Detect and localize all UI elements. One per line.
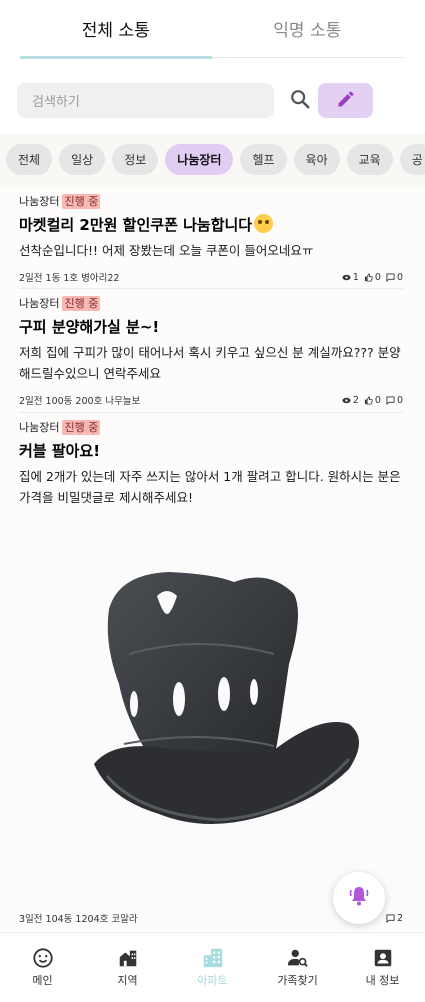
search-icon[interactable] [289,88,311,110]
post-title: 구피 분양해가실 분~! [19,318,160,336]
thumbs-up-icon [364,272,373,282]
chip-daily[interactable]: 일상 [59,144,106,175]
nav-family-finder[interactable]: 가족찾기 [255,933,340,1002]
eye-icon [342,397,351,403]
post-category: 나눔장터 [19,421,60,434]
view-count: 2 [352,394,359,406]
nav-main[interactable]: 메인 [0,933,85,1002]
post-meta: 3일전 104동 1204호 코알라 [19,914,138,925]
tab-anonymous[interactable]: 익명 소통 [212,0,404,57]
smiling-hearts-emoji-icon [254,214,274,233]
chip-parenting[interactable]: 육아 [293,144,340,175]
post-meta: 2일전 100동 200호 나무늘보 [19,396,141,407]
bell-icon [347,884,371,912]
nav-label: 내 정보 [365,974,400,987]
post-header: 나눔장터 진행 중 [19,295,403,311]
status-badge: 진행 중 [62,193,101,209]
nav-label: 아파트 [197,974,228,987]
chip-more[interactable]: 공 [399,144,425,175]
status-badge: 진행 중 [62,295,101,311]
post-body: 선착순입니다!! 어제 장봤는데 오늘 쿠폰이 들어오네요ㅠ [19,243,314,258]
bottom-nav: 메인 지역 아파트 가족찾기 내 정보 [0,932,425,1002]
like-count: 0 [374,394,381,406]
pencil-icon [336,89,356,113]
posture-seat-image [94,572,359,824]
nav-label: 메인 [32,974,53,987]
buildings-icon [119,950,136,967]
post-stats: 2 [386,913,403,924]
nav-apartment[interactable]: 아파트 [170,933,255,1002]
post-footer: 2일전 1동 1호 병아리22 1 0 0 [19,267,403,287]
top-tabs: 전체 소통 익명 소통 [20,0,404,59]
post-header: 나눔장터 진행 중 [19,193,403,209]
profile-card-icon [374,949,391,967]
search-row: 검색하기 [17,82,408,118]
view-count: 1 [352,271,359,283]
notification-fab[interactable] [333,872,385,924]
smile-icon [32,948,53,968]
comment-icon [386,272,395,282]
post-category: 나눔장터 [19,195,60,208]
post-title: 커블 팔아요! [19,442,101,460]
tab-all[interactable]: 전체 소통 [20,0,212,59]
comment-count: 0 [396,394,403,406]
thumbs-up-icon [364,395,373,405]
person-search-icon [287,949,308,967]
nav-my-info[interactable]: 내 정보 [340,933,425,1002]
post-feed: 나눔장터 진행 중 마켓컬리 2만원 할인쿠폰 나눔합니다 선착순입니다!! 어… [0,187,425,932]
nav-region[interactable]: 지역 [85,933,170,1002]
category-bar: 전체 일상 정보 나눔장터 헬프 육아 교육 공 [0,133,425,187]
post-header: 나눔장터 진행 중 [19,419,403,435]
post-image[interactable] [19,514,403,902]
like-count: 0 [374,271,381,283]
post-body: 저희 집에 구피가 많이 태어나서 혹시 키우고 싶으신 분 계실까요??? 분… [19,345,401,381]
post-item[interactable]: 나눔장터 진행 중 구피 분양해가실 분~! 저희 집에 구피가 많이 태어나서… [19,295,403,413]
post-title: 마켓컬리 2만원 할인쿠폰 나눔합니다 [19,214,403,236]
comment-count: 2 [396,912,403,924]
chip-help[interactable]: 헬프 [240,144,287,175]
comment-icon [386,913,395,923]
comment-count: 0 [396,271,403,283]
search-input[interactable]: 검색하기 [17,83,274,118]
nav-label: 가족찾기 [277,974,318,987]
post-item[interactable]: 나눔장터 진행 중 커블 팔아요! 집에 2개가 있는데 자주 쓰지는 않아서 … [19,419,403,932]
post-stats: 1 0 0 [342,272,403,283]
chip-sharing-market[interactable]: 나눔장터 [165,144,234,175]
post-footer: 2일전 100동 200호 나무늘보 2 0 0 [19,390,403,410]
apartment-icon [203,948,222,968]
post-category: 나눔장터 [19,297,60,310]
status-badge: 진행 중 [62,419,101,435]
write-button[interactable] [318,83,373,118]
post-stats: 2 0 0 [342,395,403,406]
chip-info[interactable]: 정보 [112,144,159,175]
chip-education[interactable]: 교육 [346,144,393,175]
post-item[interactable]: 나눔장터 진행 중 마켓컬리 2만원 할인쿠폰 나눔합니다 선착순입니다!! 어… [19,193,403,289]
post-body: 집에 2개가 있는데 자주 쓰지는 않아서 1개 팔려고 합니다. 원하시는 분… [19,469,401,505]
eye-icon [342,274,351,280]
nav-label: 지역 [117,974,138,987]
post-meta: 2일전 1동 1호 병아리22 [19,273,120,284]
chip-all[interactable]: 전체 [6,144,53,175]
comment-icon [386,395,395,405]
